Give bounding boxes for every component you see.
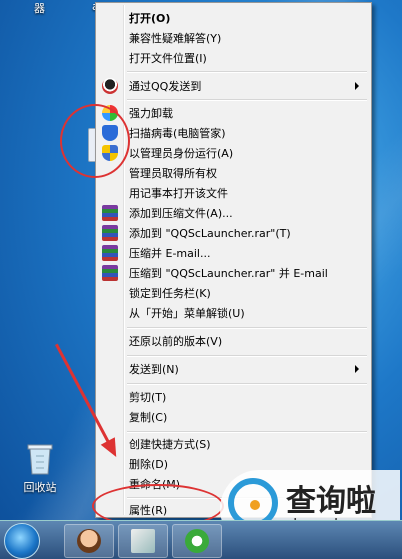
menu-item-open[interactable]: 打开(O) [98, 8, 369, 28]
submenu-arrow-icon [355, 365, 359, 373]
menu-item-label: 剪切(T) [129, 391, 167, 404]
qq-icon [102, 78, 118, 94]
menu-item-compat-troubleshoot[interactable]: 兼容性疑难解答(Y) [98, 28, 369, 48]
menu-item-label: 以管理员身份运行(A) [129, 147, 234, 160]
menu-item-force-uninstall[interactable]: 强力卸载 [98, 103, 369, 123]
menu-item-label: 发送到(N) [129, 363, 179, 376]
menu-item-open-with-notepad[interactable]: 用记事本打开该文件 [98, 183, 369, 203]
document-app-icon [131, 529, 155, 553]
menu-item-create-shortcut[interactable]: 创建快捷方式(S) [98, 434, 369, 454]
submenu-arrow-icon [355, 82, 359, 90]
menu-item-run-as-admin[interactable]: 以管理员身份运行(A) [98, 143, 369, 163]
menu-item-label: 添加到 "QQScLauncher.rar"(T) [129, 227, 291, 240]
menu-item-label: 从「开始」菜单解锁(U) [129, 307, 245, 320]
menu-item-send-via-qq[interactable]: 通过QQ发送到 [98, 76, 369, 96]
menu-item-unpin-start[interactable]: 从「开始」菜单解锁(U) [98, 303, 369, 323]
menu-item-label: 创建快捷方式(S) [129, 438, 211, 451]
menu-item-copy[interactable]: 复制(C) [98, 407, 369, 427]
avatar-app-icon [77, 529, 101, 553]
menu-item-label: 打开(O) [129, 12, 171, 25]
menu-item-virus-scan[interactable]: 扫描病毒(电脑管家) [98, 123, 369, 143]
desktop-label-partial-1: 器 [34, 2, 45, 15]
menu-item-label: 复制(C) [129, 411, 168, 424]
annotation-circle-icon-area [60, 104, 130, 178]
menu-item-open-file-location[interactable]: 打开文件位置(I) [98, 48, 369, 68]
menu-separator [127, 383, 367, 385]
menu-item-label: 还原以前的版本(V) [129, 335, 223, 348]
browser-app-icon [185, 529, 209, 553]
menu-item-label: 删除(D) [129, 458, 169, 471]
menu-separator [127, 431, 367, 433]
menu-item-cut[interactable]: 剪切(T) [98, 387, 369, 407]
menu-separator [127, 327, 367, 329]
taskbar-app-button-1[interactable] [64, 524, 114, 558]
menu-item-take-ownership[interactable]: 管理员取得所有权 [98, 163, 369, 183]
recycle-bin-icon [27, 444, 53, 475]
taskbar-app-button-3[interactable] [172, 524, 222, 558]
taskbar-app-button-2[interactable] [118, 524, 168, 558]
watermark-name: 查询啦 [286, 484, 376, 519]
menu-item-label: 用记事本打开该文件 [129, 187, 228, 200]
menu-item-pin-to-taskbar[interactable]: 锁定到任务栏(K) [98, 283, 369, 303]
menu-separator [127, 71, 367, 73]
menu-item-label: 添加到压缩文件(A)... [129, 207, 233, 220]
menu-item-label: 管理员取得所有权 [129, 167, 217, 180]
menu-item-label: 强力卸载 [129, 107, 173, 120]
menu-item-label: 打开文件位置(I) [129, 52, 207, 65]
menu-item-add-to-archive[interactable]: 添加到压缩文件(A)... [98, 203, 369, 223]
recycle-bin-shortcut[interactable]: 回收站 [10, 440, 70, 495]
start-button[interactable] [4, 523, 40, 559]
menu-item-label: 压缩并 E-mail... [129, 247, 211, 260]
menu-item-compress-email[interactable]: 压缩并 E-mail... [98, 243, 369, 263]
menu-item-label: 锁定到任务栏(K) [129, 287, 211, 300]
menu-item-label: 兼容性疑难解答(Y) [129, 32, 222, 45]
winrar-icon [102, 245, 118, 261]
menu-separator [127, 99, 367, 101]
context-menu: 打开(O) 兼容性疑难解答(Y) 打开文件位置(I) 通过QQ发送到 强力卸载 … [95, 2, 372, 518]
taskbar [0, 520, 402, 559]
menu-item-restore-previous[interactable]: 还原以前的版本(V) [98, 331, 369, 351]
menu-separator [127, 355, 367, 357]
recycle-bin-label: 回收站 [23, 481, 57, 494]
winrar-icon [102, 265, 118, 281]
menu-item-compress-to-rar-email[interactable]: 压缩到 "QQScLauncher.rar" 并 E-mail [98, 263, 369, 283]
menu-item-add-to-rar[interactable]: 添加到 "QQScLauncher.rar"(T) [98, 223, 369, 243]
menu-item-label: 压缩到 "QQScLauncher.rar" 并 E-mail [129, 267, 328, 280]
winrar-icon [102, 205, 118, 221]
menu-item-label: 通过QQ发送到 [129, 80, 202, 93]
menu-item-send-to[interactable]: 发送到(N) [98, 359, 369, 379]
menu-item-label: 扫描病毒(电脑管家) [129, 127, 226, 140]
winrar-icon [102, 225, 118, 241]
